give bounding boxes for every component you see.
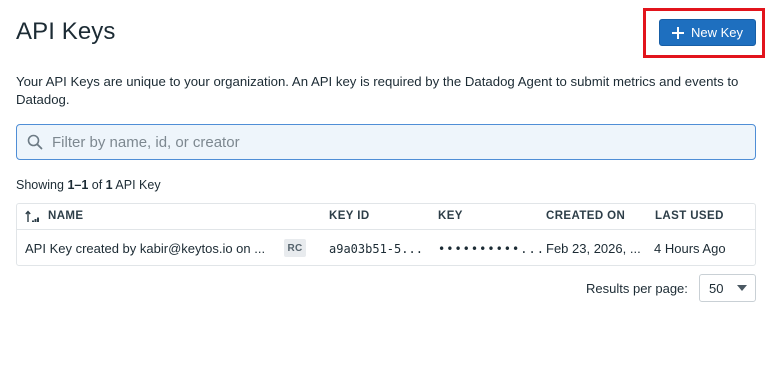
column-header-key[interactable]: KEY [438, 210, 463, 222]
summary-prefix: Showing [16, 178, 68, 192]
chevron-down-icon [737, 285, 747, 291]
sort-ascending-icon[interactable] [25, 210, 39, 224]
masked-key[interactable]: ••••••••••... [438, 242, 545, 256]
summary-suffix: API Key [112, 178, 161, 192]
column-header-key-id[interactable]: KEY ID [329, 210, 370, 222]
summary-middle: of [88, 178, 106, 192]
page-description: Your API Keys are unique to your organiz… [16, 74, 739, 107]
results-per-page-value: 50 [709, 280, 724, 296]
new-key-label: New Key [690, 25, 744, 40]
key-name[interactable]: API Key created by kabir@keytos.io on ..… [25, 241, 265, 256]
key-id: a9a03b51-5... [329, 242, 423, 256]
column-header-name[interactable]: NAME [48, 210, 83, 222]
page-title: API Keys [16, 18, 116, 45]
api-keys-table: NAME KEY ID KEY CREATED ON LAST USED API… [16, 203, 756, 266]
table-row[interactable]: API Key created by kabir@keytos.io on ..… [17, 231, 755, 266]
results-summary: Showing 1–1 of 1 API Key [16, 178, 161, 192]
filter-input[interactable] [52, 133, 732, 151]
results-per-page-label: Results per page: [586, 281, 688, 296]
column-header-created-on[interactable]: CREATED ON [546, 210, 625, 222]
search-icon [27, 134, 43, 150]
results-per-page-select[interactable]: 50 [699, 274, 756, 302]
summary-range: 1–1 [67, 178, 89, 192]
last-used: 4 Hours Ago [654, 241, 726, 256]
plus-icon [671, 26, 684, 39]
created-on: Feb 23, 2026, ... [546, 241, 641, 256]
rc-badge: RC [284, 239, 306, 257]
filter-box[interactable] [16, 124, 756, 160]
summary-total: 1 [105, 178, 113, 192]
new-key-button[interactable]: New Key [659, 19, 756, 46]
table-header: NAME KEY ID KEY CREATED ON LAST USED [17, 204, 755, 230]
column-header-last-used[interactable]: LAST USED [655, 210, 724, 222]
